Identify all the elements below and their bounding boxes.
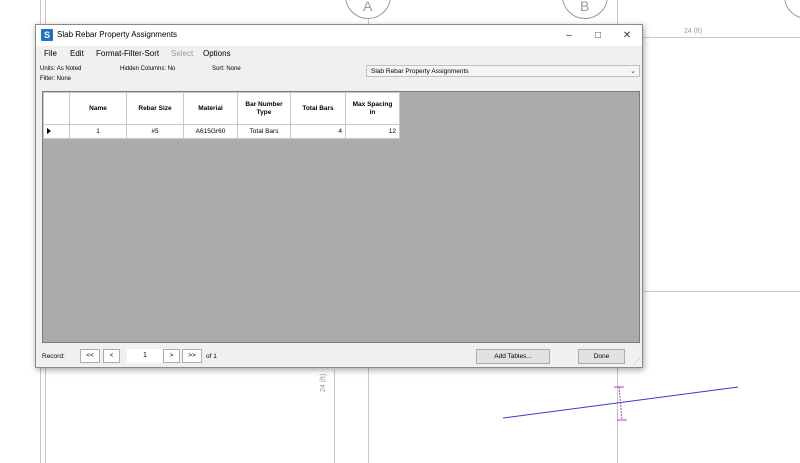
hidden-columns-label: Hidden Columns: [120,66,167,72]
cell-total-bars[interactable]: 4 [290,124,346,139]
rebar-table: Name Rebar Size Material Bar Number Type… [43,92,400,139]
filter-info: Filter: None [40,76,71,82]
cell-rebar-size[interactable]: #5 [126,124,184,139]
table-header-row: Name Rebar Size Material Bar Number Type… [43,92,400,125]
table-selector-dropdown[interactable]: Slab Rebar Property Assignments ⌄ [366,65,640,77]
sort-info: Sort: None [212,66,241,72]
cell-bar-number-type[interactable]: Total Bars [237,124,291,139]
filter-value: None [56,76,72,82]
menu-file[interactable]: File [44,49,57,58]
sort-value: None [226,66,241,72]
row-selector-icon [47,127,51,134]
record-navigator: Record: << < 1 > >> of 1 Add Tables... D… [36,345,642,367]
table-row[interactable]: 1 #5 A615Gr60 Total Bars 4 12 [43,124,400,139]
column-header-bar-number-type[interactable]: Bar Number Type [237,92,291,125]
dialog-title: Slab Rebar Property Assignments [57,30,178,39]
title-bar[interactable]: S Slab Rebar Property Assignments – □ ✕ [36,25,642,46]
hidden-columns-info: Hidden Columns: No [120,66,175,72]
cell-max-spacing[interactable]: 12 [345,124,400,139]
row-selector[interactable] [43,124,70,139]
units-info: Units: As Noted [40,66,81,72]
last-record-button[interactable]: >> [182,349,202,363]
record-count: of 1 [206,353,217,360]
app-icon: S [41,29,53,41]
cell-name[interactable]: 1 [69,124,127,139]
column-header-max-spacing[interactable]: Max Spacing in [345,92,400,125]
dropdown-chevron-icon: ⌄ [630,68,636,75]
current-record-input[interactable]: 1 [127,349,163,363]
units-value: As Noted [56,66,82,72]
table-selector-value: Slab Rebar Property Assignments [371,68,469,75]
done-button[interactable]: Done [578,349,625,364]
sort-label: Sort: [212,66,225,72]
column-header-material[interactable]: Material [183,92,238,125]
units-label: Units: [40,66,56,72]
first-record-button[interactable]: << [80,349,100,363]
previous-record-button[interactable]: < [103,349,120,363]
menu-select[interactable]: Select [171,49,193,58]
next-record-button[interactable]: > [163,349,180,363]
menu-bar: File Edit Format-Filter-Sort Select Opti… [36,46,642,62]
menu-edit[interactable]: Edit [70,49,84,58]
data-grid[interactable]: Name Rebar Size Material Bar Number Type… [42,91,640,343]
column-header-total-bars[interactable]: Total Bars [290,92,346,125]
menu-options[interactable]: Options [203,49,231,58]
cad-canvas[interactable]: A B 24 (ft) 24 (ft) S Slab Rebar Propert… [0,0,800,463]
slab-rebar-dialog[interactable]: S Slab Rebar Property Assignments – □ ✕ … [35,24,643,368]
row-selector-header [43,92,70,125]
record-label: Record: [42,353,65,360]
resize-grip-icon[interactable]: ⋰ [634,359,641,366]
filter-label: Filter: [40,76,55,82]
column-header-name[interactable]: Name [69,92,127,125]
hidden-columns-value: No [167,66,176,72]
close-icon[interactable]: ✕ [610,25,644,46]
menu-format-filter-sort[interactable]: Format-Filter-Sort [96,49,159,58]
span-annotation-line [618,386,623,421]
add-tables-button[interactable]: Add Tables... [476,349,550,364]
cell-material[interactable]: A615Gr60 [183,124,238,139]
column-header-rebar-size[interactable]: Rebar Size [126,92,184,125]
